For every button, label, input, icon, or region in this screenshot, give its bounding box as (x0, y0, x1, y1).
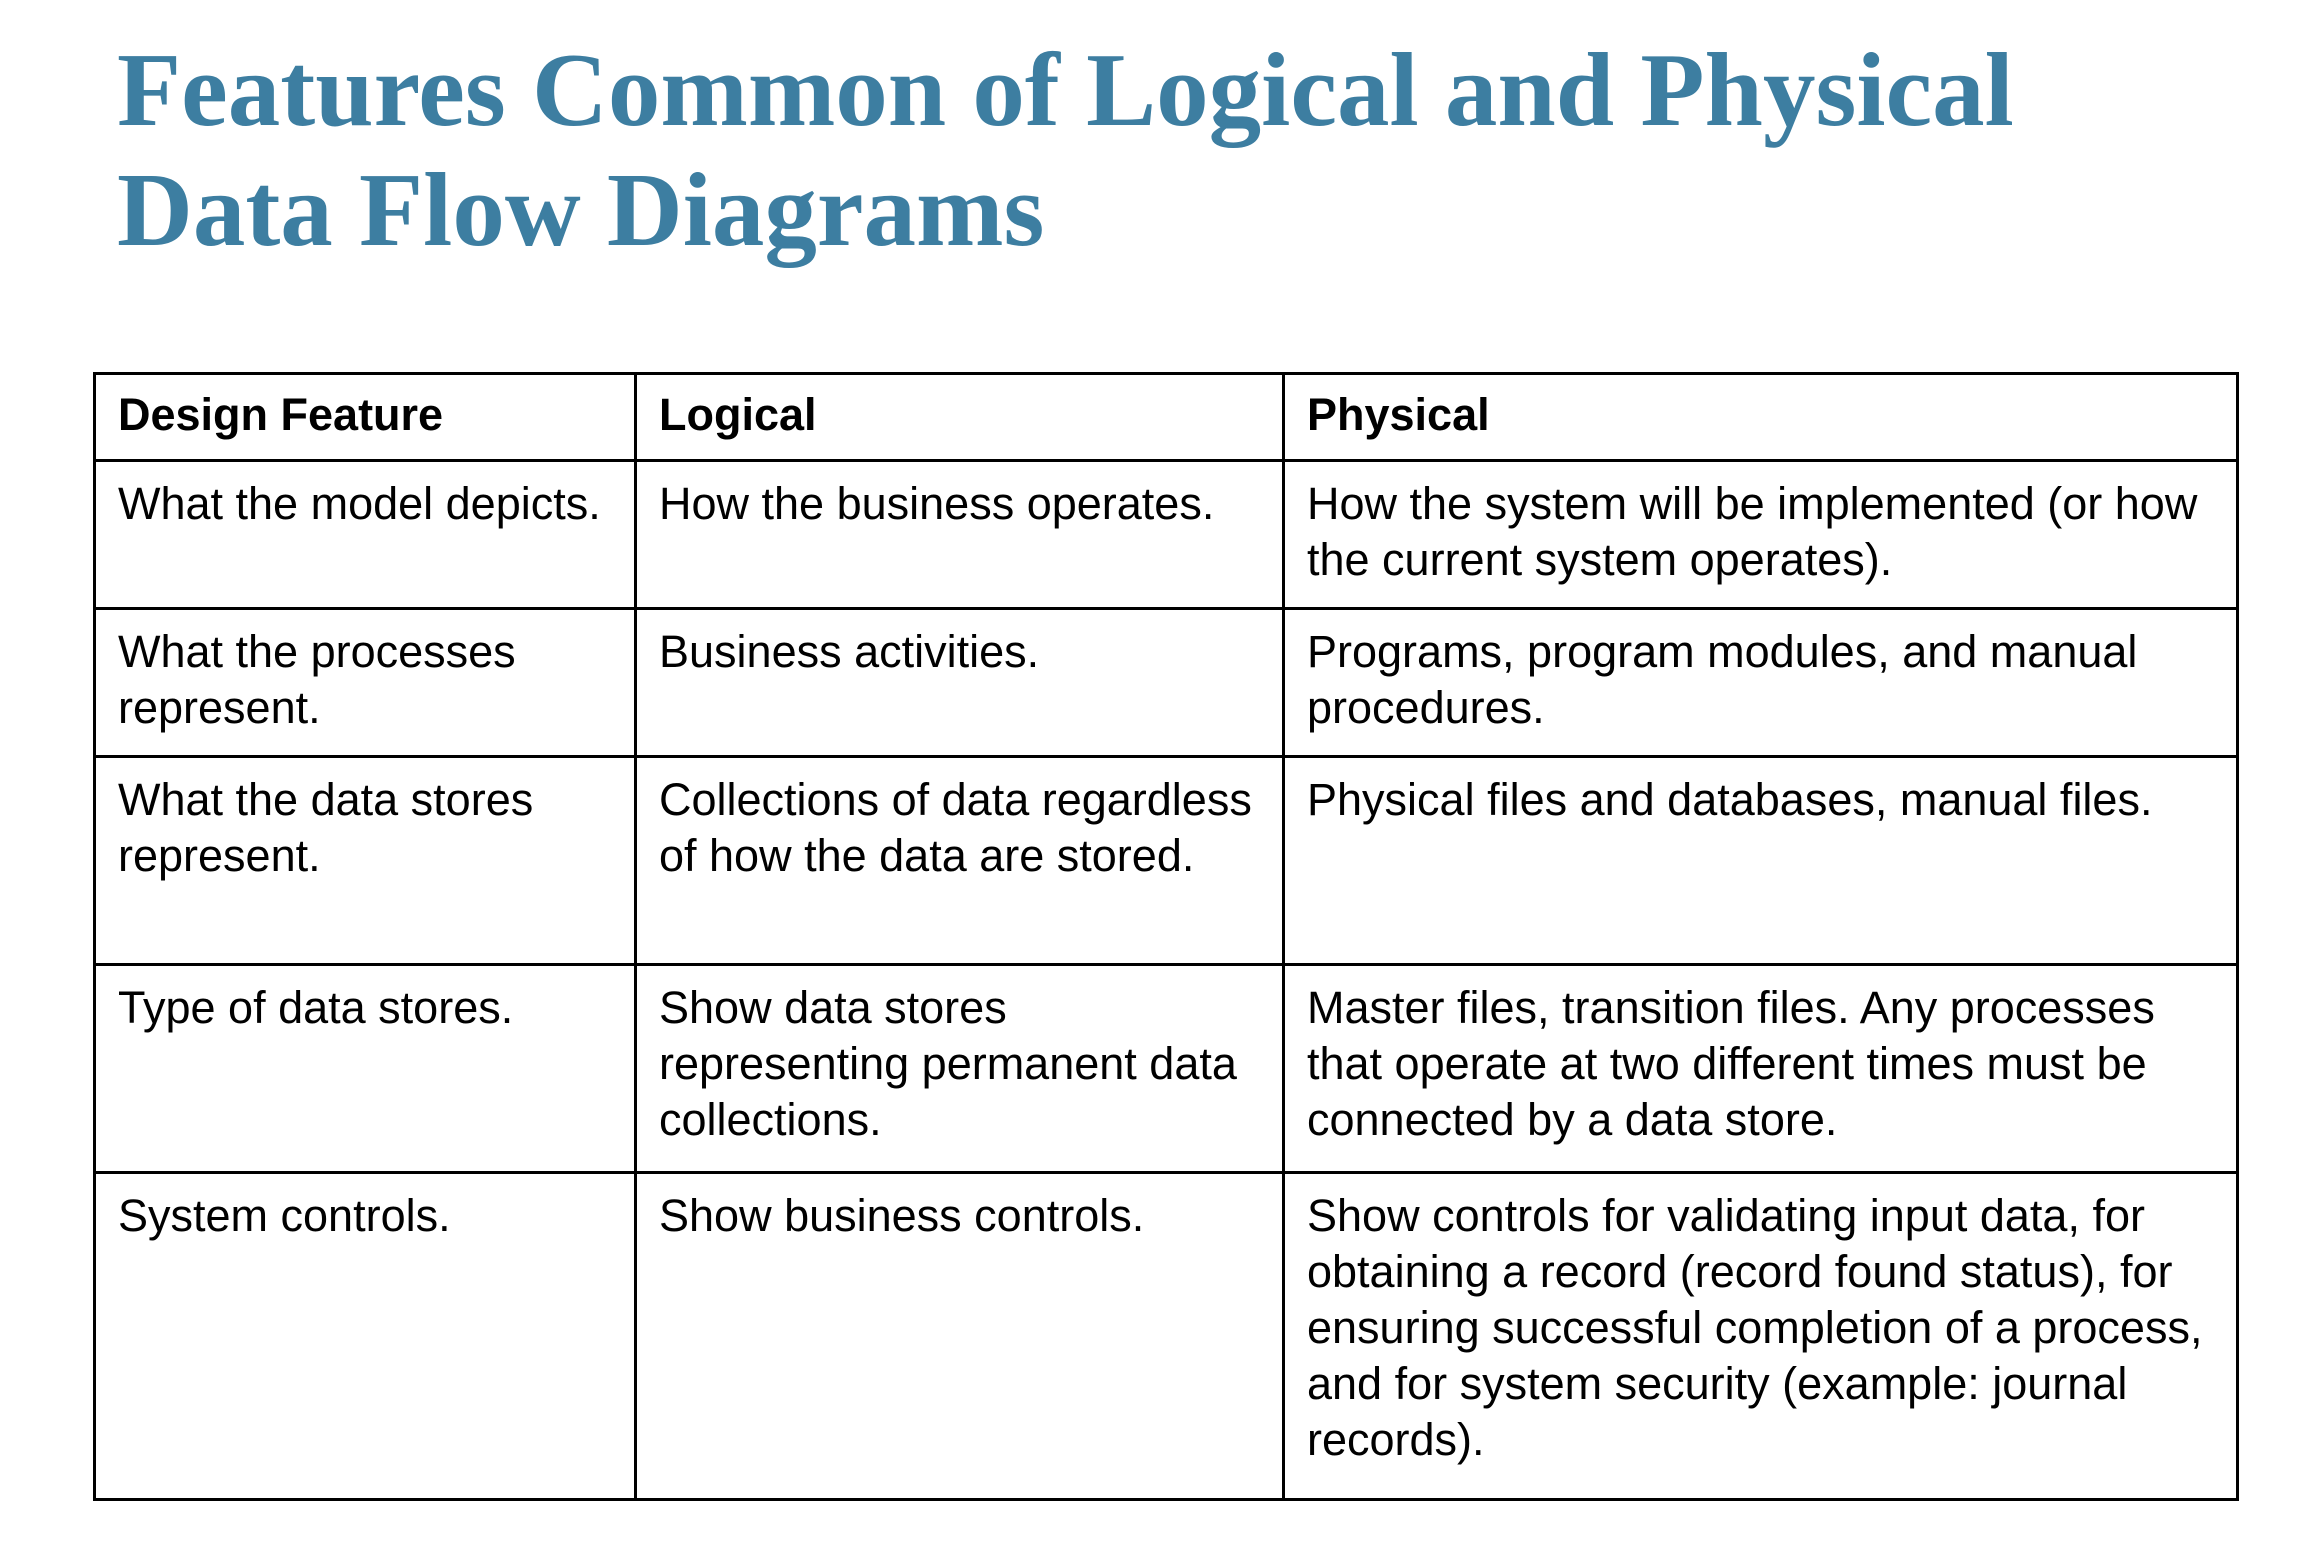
cell-physical: Physical files and databases, manual fil… (1282, 755, 2239, 966)
cell-feature: What the data stores represent. (93, 755, 637, 966)
cell-feature: What the model depicts. (93, 459, 637, 610)
header-logical: Logical (634, 372, 1285, 462)
cell-logical: How the business operates. (634, 459, 1285, 610)
cell-physical: Show controls for validating input data,… (1282, 1171, 2239, 1501)
cell-logical: Show business controls. (634, 1171, 1285, 1501)
table-row: What the model depicts. How the business… (93, 459, 2239, 610)
cell-physical: Master files, transition files. Any proc… (1282, 963, 2239, 1174)
page-title: Features Common of Logical and Physical … (117, 31, 2014, 268)
header-design-feature: Design Feature (93, 372, 637, 462)
comparison-table: Design Feature Logical Physical What the… (93, 372, 2239, 1501)
cell-physical: How the system will be implemented (or h… (1282, 459, 2239, 610)
table-row: What the processes represent. Business a… (93, 607, 2239, 758)
cell-feature: Type of data stores. (93, 963, 637, 1174)
cell-logical: Show data stores representing permanent … (634, 963, 1285, 1174)
header-physical: Physical (1282, 372, 2239, 462)
cell-feature: What the processes represent. (93, 607, 637, 758)
table-row: What the data stores represent. Collecti… (93, 755, 2239, 966)
cell-logical: Collections of data regardless of how th… (634, 755, 1285, 966)
table-row: System controls. Show business controls.… (93, 1171, 2239, 1501)
cell-physical: Programs, program modules, and manual pr… (1282, 607, 2239, 758)
cell-feature: System controls. (93, 1171, 637, 1501)
cell-logical: Business activities. (634, 607, 1285, 758)
table-row: Type of data stores. Show data stores re… (93, 963, 2239, 1174)
comparison-table-container: Design Feature Logical Physical What the… (93, 372, 2239, 1501)
table-header-row: Design Feature Logical Physical (93, 372, 2239, 462)
